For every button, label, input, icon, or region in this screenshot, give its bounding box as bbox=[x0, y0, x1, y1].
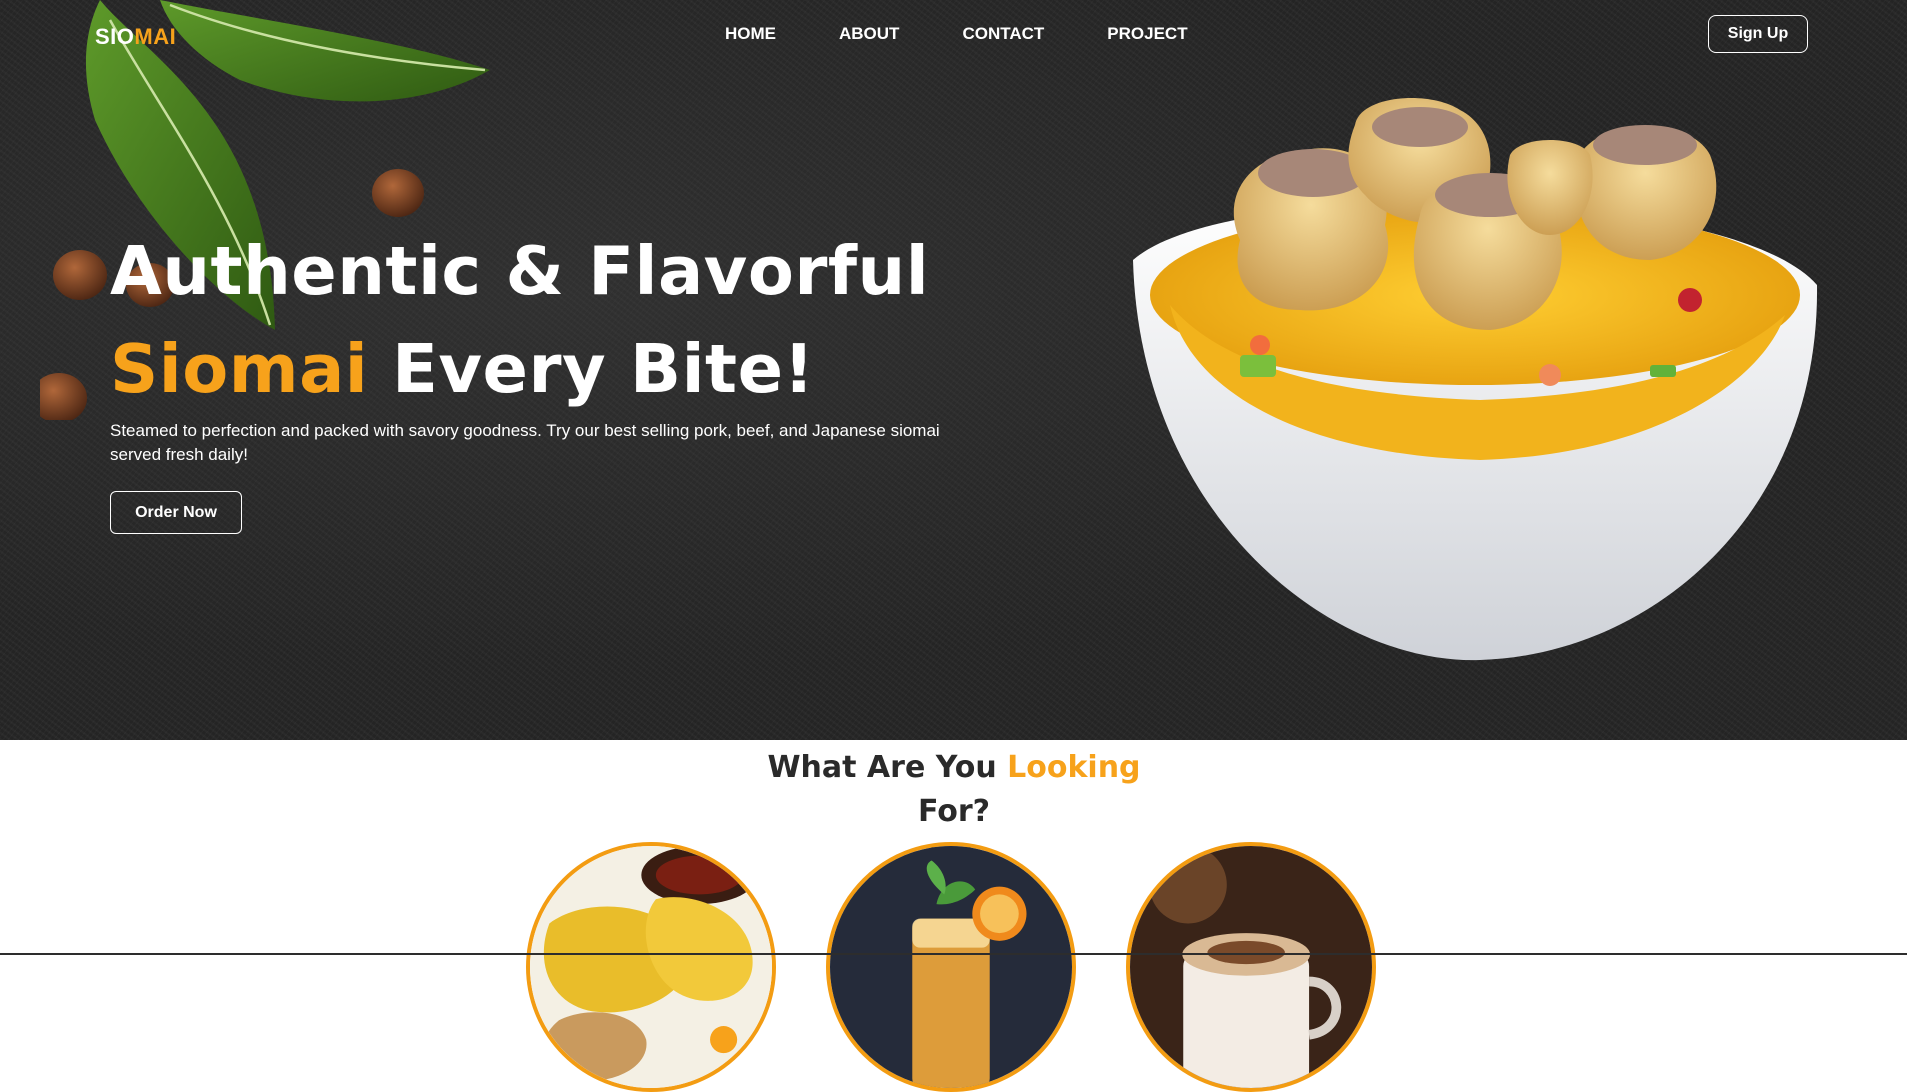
headline-line1: Authentic & Flavorful bbox=[110, 232, 930, 310]
brand-logo-part1: SIO bbox=[95, 24, 135, 49]
category-coffee[interactable] bbox=[1126, 842, 1376, 1092]
siomai-plate-image bbox=[530, 846, 772, 1088]
order-now-button[interactable]: Order Now bbox=[110, 491, 242, 534]
headline-rest: Every Bite! bbox=[368, 330, 815, 408]
section-title-part2: For? bbox=[917, 794, 991, 829]
nav-contact[interactable]: CONTACT bbox=[962, 24, 1044, 44]
brand-logo-part2: MAI bbox=[134, 24, 177, 49]
nav-about[interactable]: ABOUT bbox=[839, 24, 899, 44]
headline-accent: Siomai bbox=[110, 330, 369, 408]
hero-subtext: Steamed to perfection and packed with sa… bbox=[110, 421, 940, 464]
orange-drink-image bbox=[830, 846, 1072, 1088]
hero-section: SIOMAI HOME ABOUT CONTACT PROJECT Sign U… bbox=[0, 0, 1907, 740]
coffee-cup-image bbox=[1130, 846, 1372, 1088]
hero-headline: Authentic & Flavorful Siomai Every Bite! bbox=[110, 222, 929, 418]
section-title-part1: What Are You bbox=[767, 750, 1008, 785]
section-title: What Are You Looking For? bbox=[700, 746, 1208, 834]
siomai-rice-bowl-image bbox=[1133, 98, 1818, 661]
brand-logo[interactable]: SIOMAI bbox=[95, 24, 176, 50]
sign-up-button[interactable]: Sign Up bbox=[1708, 15, 1808, 53]
main-nav: HOME ABOUT CONTACT PROJECT bbox=[725, 24, 1188, 44]
section-title-accent: Looking bbox=[1007, 750, 1141, 785]
nav-home[interactable]: HOME bbox=[725, 24, 776, 44]
nav-project[interactable]: PROJECT bbox=[1107, 24, 1187, 44]
category-siomai[interactable] bbox=[526, 842, 776, 1092]
category-drinks[interactable] bbox=[826, 842, 1076, 1092]
